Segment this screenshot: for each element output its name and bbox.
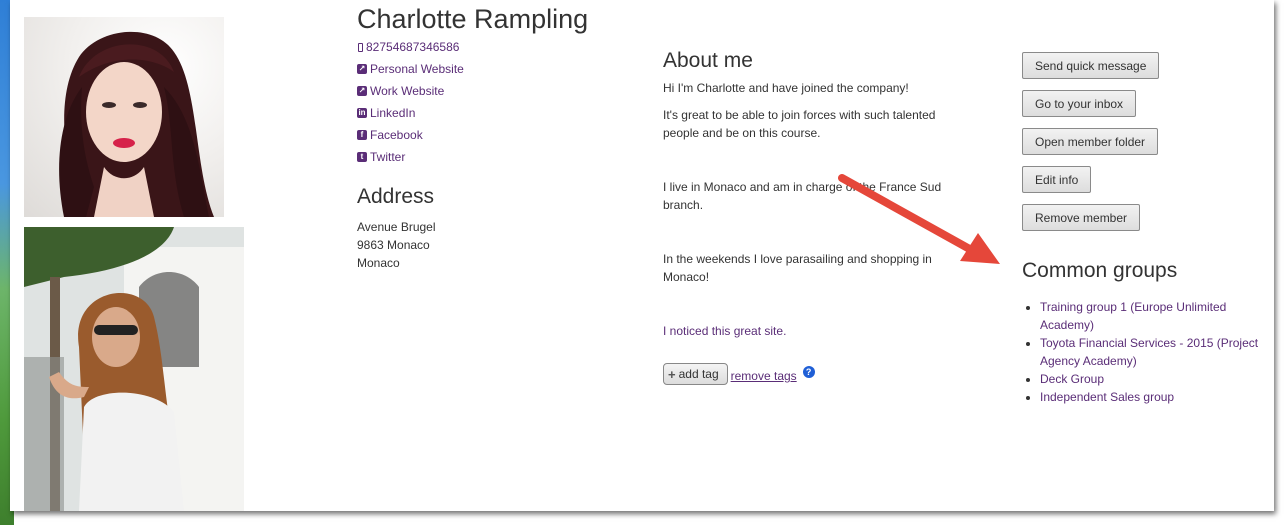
- plus-icon: +: [668, 366, 676, 382]
- remove-member-button[interactable]: Remove member: [1022, 204, 1141, 231]
- edit-info-button[interactable]: Edit info: [1022, 166, 1092, 193]
- group-item: Toyota Financial Services - 2015 (Projec…: [1040, 334, 1272, 370]
- address-block: Avenue Brugel 9863 Monaco Monaco: [357, 218, 436, 272]
- address-heading: Address: [357, 185, 435, 208]
- work-website-link[interactable]: Work Website: [370, 83, 444, 99]
- common-groups-heading: Common groups: [1022, 259, 1178, 282]
- member-profile-page: Charlotte Rampling 82754687346586 ↗ Pers…: [10, 0, 1274, 511]
- about-paragraph: It's great to be able to join forces wit…: [663, 108, 936, 140]
- address-line: 9863 Monaco: [357, 238, 430, 252]
- tag-controls: + add tag remove tags ?: [663, 363, 815, 385]
- group-item: Independent Sales group: [1040, 388, 1272, 406]
- twitter-icon: t: [357, 152, 367, 162]
- phone-icon: [358, 43, 363, 52]
- common-groups-list: Training group 1 (Europe Unlimited Acade…: [1022, 298, 1272, 406]
- add-tag-label: add tag: [678, 367, 719, 381]
- facebook-item: f Facebook: [357, 127, 464, 149]
- personal-website-link[interactable]: Personal Website: [370, 61, 464, 77]
- go-to-inbox-button[interactable]: Go to your inbox: [1022, 90, 1137, 117]
- facebook-icon: f: [357, 130, 367, 140]
- profile-photo: [24, 17, 224, 217]
- work-website-item: ↗ Work Website: [357, 83, 464, 105]
- about-link-text[interactable]: I noticed this great site.: [663, 322, 963, 340]
- address-line: Monaco: [357, 256, 400, 270]
- linkedin-item: in LinkedIn: [357, 105, 464, 127]
- about-paragraph: Hi I'm Charlotte and have joined the com…: [663, 81, 909, 95]
- remove-tags-link[interactable]: remove tags: [731, 369, 797, 383]
- group-link[interactable]: Training group 1 (Europe Unlimited Acade…: [1040, 300, 1226, 332]
- help-icon[interactable]: ?: [802, 366, 815, 378]
- twitter-link[interactable]: Twitter: [370, 149, 405, 165]
- about-paragraph: I live in Monaco and am in charge of the…: [663, 180, 942, 212]
- about-paragraph: In the weekends I love parasailing and s…: [663, 252, 932, 284]
- group-link[interactable]: Independent Sales group: [1040, 390, 1174, 404]
- contact-list: 82754687346586 ↗ Personal Website ↗ Work…: [357, 39, 464, 171]
- linkedin-link[interactable]: LinkedIn: [370, 105, 415, 121]
- facebook-link[interactable]: Facebook: [370, 127, 423, 143]
- profile-photo-secondary: [24, 227, 244, 511]
- twitter-item: t Twitter: [357, 149, 464, 171]
- phone-item: 82754687346586: [357, 39, 464, 61]
- personal-website-item: ↗ Personal Website: [357, 61, 464, 83]
- about-heading: About me: [663, 49, 753, 72]
- external-link-icon: ↗: [357, 64, 367, 74]
- external-link-icon: ↗: [357, 86, 367, 96]
- linkedin-icon: in: [357, 108, 367, 118]
- group-link[interactable]: Deck Group: [1040, 372, 1104, 386]
- add-tag-button[interactable]: + add tag: [663, 363, 728, 385]
- group-link[interactable]: Toyota Financial Services - 2015 (Projec…: [1040, 336, 1258, 368]
- open-member-folder-button[interactable]: Open member folder: [1022, 128, 1159, 155]
- group-item: Deck Group: [1040, 370, 1272, 388]
- member-name: Charlotte Rampling: [357, 4, 589, 34]
- group-item: Training group 1 (Europe Unlimited Acade…: [1040, 298, 1272, 334]
- address-line: Avenue Brugel: [357, 220, 436, 234]
- send-quick-message-button[interactable]: Send quick message: [1022, 52, 1160, 79]
- phone-link[interactable]: 82754687346586: [366, 39, 459, 55]
